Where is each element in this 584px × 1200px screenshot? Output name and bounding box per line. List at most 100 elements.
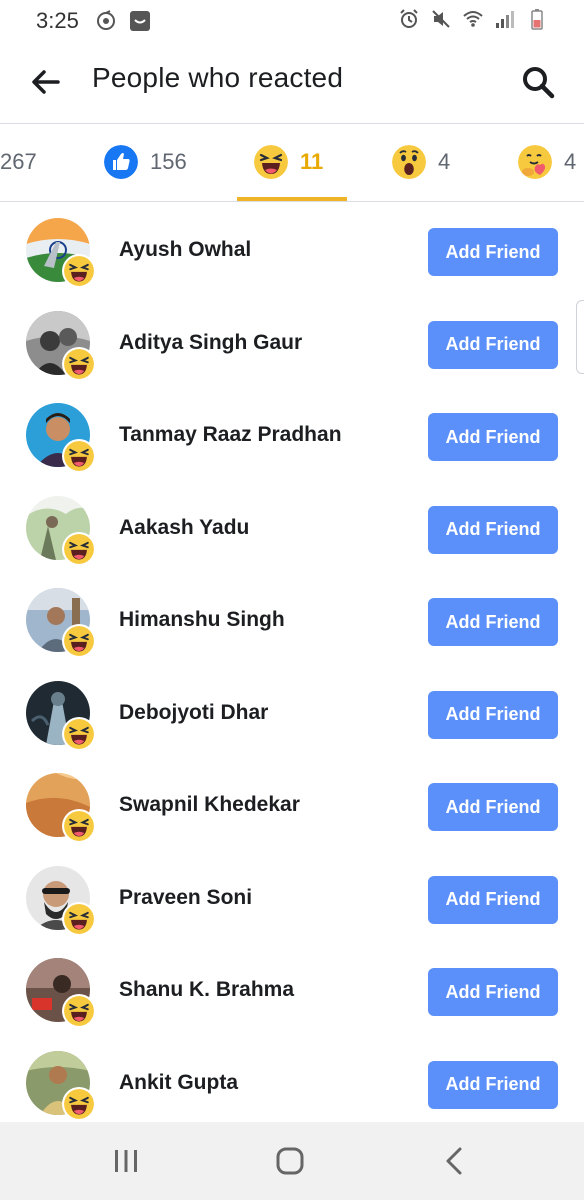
add-friend-button[interactable]: Add Friend [428, 413, 558, 461]
person-name[interactable]: Praveen Soni [119, 886, 252, 910]
back-nav-icon [446, 1147, 462, 1175]
search-icon [523, 67, 555, 99]
avatar[interactable] [26, 1050, 96, 1121]
wifi-icon [463, 11, 483, 27]
haha-reaction-badge [62, 1086, 96, 1121]
add-friend-button[interactable]: Add Friend [428, 1060, 558, 1109]
haha-reaction-badge [62, 531, 96, 566]
haha-reaction-icon [64, 533, 94, 564]
app-header: People who reacted [0, 42, 584, 124]
person-name[interactable]: Aditya Singh Gaur [119, 331, 302, 355]
avatar[interactable] [26, 310, 96, 381]
list-item: Debojyoti Dhar Add Friend [0, 665, 584, 758]
haha-reaction-badge [62, 901, 96, 936]
avatar[interactable] [26, 958, 96, 1028]
alarm-icon [400, 9, 418, 28]
system-nav-bar [0, 1122, 584, 1200]
haha-reaction-badge [62, 439, 96, 473]
haha-reaction-icon [64, 348, 94, 379]
list-item: Aditya Singh Gaur Add Friend [0, 295, 584, 388]
haha-reaction-icon [64, 626, 94, 656]
page-title: People who reacted [92, 62, 344, 93]
wow-reaction-icon [392, 145, 426, 179]
list-item: Himanshu Singh Add Friend [0, 572, 584, 665]
back-nav-button[interactable] [434, 1144, 474, 1178]
avatar[interactable] [26, 588, 96, 658]
back-button[interactable] [28, 64, 64, 100]
home-icon [276, 1147, 304, 1175]
list-item: Ayush Owhal Add Friend [0, 202, 584, 295]
haha-reaction-badge [62, 254, 96, 288]
mute-icon [432, 10, 450, 28]
person-name[interactable]: Himanshu Singh [119, 608, 285, 632]
haha-reaction-icon [64, 441, 94, 471]
tab-count: 11 [300, 149, 324, 174]
haha-reaction-badge [62, 346, 96, 381]
people-list: Ayush Owhal Add Friend Aditya Singh Gaur… [0, 202, 584, 1127]
tab-wow[interactable]: 4 [392, 124, 450, 200]
haha-reaction-icon [64, 903, 94, 934]
haha-reaction-badge [62, 809, 96, 843]
tab-care[interactable]: 4 [518, 124, 576, 200]
list-item: Swapnil Khedekar Add Friend [0, 757, 584, 850]
person-name[interactable]: Ankit Gupta [119, 1071, 238, 1095]
add-friend-button[interactable]: Add Friend [428, 968, 558, 1016]
haha-reaction-badge [62, 716, 96, 751]
tab-haha[interactable]: 11 [254, 124, 323, 200]
person-name[interactable]: Tanmay Raaz Pradhan [119, 423, 342, 447]
scroll-indicator[interactable] [576, 300, 584, 374]
haha-reaction-icon [64, 811, 94, 841]
care-reaction-icon [518, 145, 552, 179]
haha-reaction-badge [62, 994, 96, 1028]
add-friend-button[interactable]: Add Friend [428, 783, 558, 831]
tab-count: 4 [564, 149, 577, 174]
haha-reaction-icon [64, 1088, 94, 1119]
haha-reaction-icon [254, 145, 288, 179]
person-name[interactable]: Ayush Owhal [119, 238, 251, 262]
avatar[interactable] [26, 865, 96, 936]
tab-count: 156 [150, 149, 187, 174]
list-item: Ankit Gupta Add Friend [0, 1035, 584, 1128]
list-item: Shanu K. Brahma Add Friend [0, 942, 584, 1035]
battery-icon [531, 9, 543, 30]
like-reaction-icon [104, 145, 138, 179]
search-button[interactable] [518, 62, 558, 102]
list-item: Praveen Soni Add Friend [0, 850, 584, 943]
reaction-tabs: 267 156 11 4 4 [0, 124, 584, 202]
active-tab-indicator [237, 197, 347, 201]
sync-icon [96, 10, 115, 30]
status-time: 3:25 [36, 8, 79, 33]
recent-apps-icon [115, 1150, 137, 1172]
add-friend-button[interactable]: Add Friend [428, 875, 558, 924]
add-friend-button[interactable]: Add Friend [428, 228, 558, 276]
avatar[interactable] [26, 403, 96, 473]
avatar[interactable] [26, 773, 96, 843]
add-friend-button[interactable]: Add Friend [428, 598, 558, 646]
status-bar: 3:25 [0, 0, 584, 42]
haha-reaction-icon [64, 718, 94, 749]
tab-all[interactable]: 267 [0, 124, 37, 200]
tab-like[interactable]: 156 [104, 124, 187, 200]
arrow-left-icon [32, 70, 60, 94]
tab-count: 267 [0, 149, 37, 174]
tab-count: 4 [438, 149, 451, 174]
home-button[interactable] [270, 1144, 310, 1178]
add-friend-button[interactable]: Add Friend [428, 320, 558, 369]
avatar[interactable] [26, 495, 96, 566]
person-name[interactable]: Aakash Yadu [119, 516, 249, 540]
list-item: Aakash Yadu Add Friend [0, 480, 584, 573]
notification-app-icon [129, 11, 150, 31]
person-name[interactable]: Debojyoti Dhar [119, 701, 268, 725]
avatar[interactable] [26, 680, 96, 751]
haha-reaction-icon [64, 256, 94, 286]
avatar[interactable] [26, 218, 96, 288]
recent-apps-button[interactable] [106, 1144, 146, 1178]
haha-reaction-badge [62, 624, 96, 658]
person-name[interactable]: Shanu K. Brahma [119, 978, 294, 1002]
person-name[interactable]: Swapnil Khedekar [119, 793, 300, 817]
list-item: Tanmay Raaz Pradhan Add Friend [0, 387, 584, 480]
add-friend-button[interactable]: Add Friend [428, 505, 558, 554]
signal-icon [496, 11, 514, 28]
haha-reaction-icon [64, 996, 94, 1026]
add-friend-button[interactable]: Add Friend [428, 690, 558, 739]
